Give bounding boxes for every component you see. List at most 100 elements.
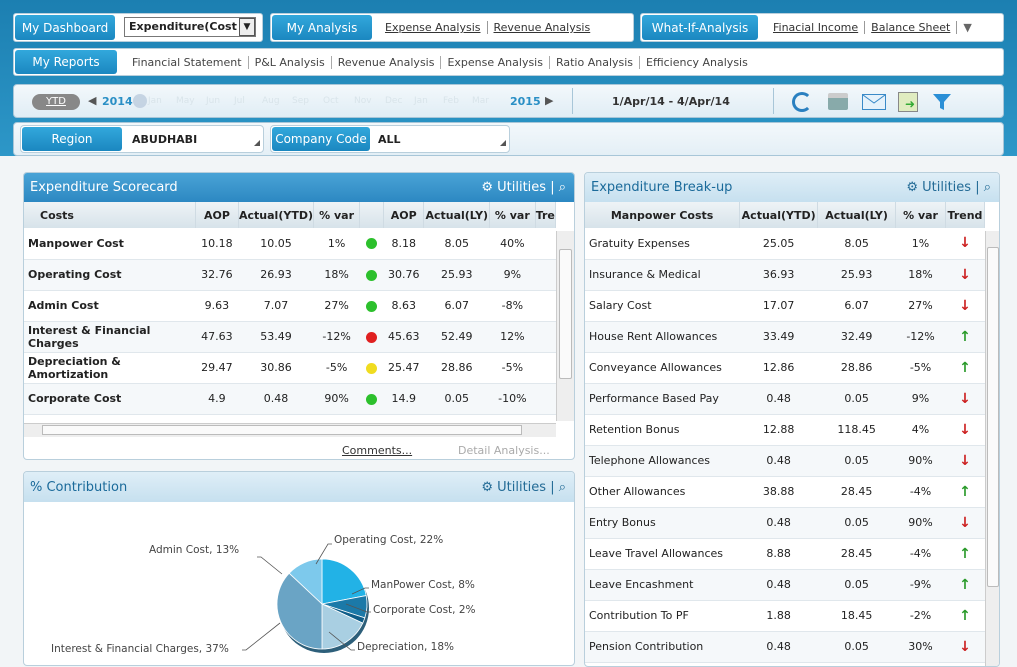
col-header[interactable]: Actual(LY)	[423, 202, 491, 228]
month-label[interactable]: Nov	[354, 96, 385, 106]
dashboard-select[interactable]: Expenditure(Cost t	[124, 17, 256, 37]
chevron-down-icon[interactable]: ▼	[957, 21, 977, 34]
region-select[interactable]: ABUDHABI	[132, 133, 197, 146]
month-label[interactable]: Oct	[323, 96, 354, 106]
comments-link[interactable]: Comments...	[342, 444, 412, 457]
col-header[interactable]: Tre	[535, 202, 556, 228]
month-label[interactable]: Sep	[292, 96, 323, 106]
table-row[interactable]: Conveyance Allowances 12.86 28.86 -5% ↑	[585, 352, 985, 384]
table-row[interactable]: Depreciation & Amortization 29.47 30.86 -5%…	[24, 352, 556, 384]
month-label[interactable]: Feb	[443, 96, 472, 106]
table-cell: 7.07	[238, 290, 314, 322]
col-header[interactable]: AOP	[383, 202, 425, 228]
table-row[interactable]: House Rent Allowances 33.49 32.49 -12% ↑	[585, 321, 985, 353]
table-row[interactable]: Operating Cost 32.76 26.93 18% 30.76 25.93 9%	[24, 259, 556, 291]
scrollbar-thumb[interactable]	[559, 249, 572, 379]
horizontal-scrollbar[interactable]	[24, 423, 556, 437]
scorecard-panel: Expenditure Scorecard ⚙ Utilities | ⌕ Co…	[23, 172, 575, 460]
ytd-button[interactable]: YTD	[32, 94, 80, 110]
month-label[interactable]: Jun	[206, 96, 234, 106]
table-cell: 45.63	[383, 321, 424, 353]
col-header[interactable]: Manpower Costs	[585, 202, 741, 228]
utilities-label: Utilities	[497, 479, 547, 495]
contribution-title: % Contribution	[30, 479, 128, 495]
month-label[interactable]: Jan	[414, 96, 443, 106]
table-cell: 9%	[489, 259, 536, 291]
table-row[interactable]: Leave Travel Allowances 8.88 28.45 -4% ↑	[585, 538, 985, 570]
my-dashboard-button[interactable]: My Dashboard	[15, 15, 115, 40]
utilities-menu[interactable]: ⚙ Utilities | ⌕	[481, 180, 566, 195]
ytd-label: YTD	[46, 96, 66, 107]
expense-analysis-link[interactable]: Expense Analysis	[379, 21, 488, 34]
export-icon[interactable]: ➜	[898, 92, 918, 112]
col-header[interactable]: % var	[895, 202, 946, 228]
table-row[interactable]: Gratuity Expenses 25.05 8.05 1% ↓	[585, 228, 985, 260]
table-row[interactable]: Manpower Cost 10.18 10.05 1% 8.18 8.05 40%	[24, 228, 556, 260]
financial-statement-link[interactable]: Financial Statement	[126, 55, 249, 69]
pie-label: Admin Cost, 13%	[149, 544, 239, 556]
what-if-analysis-button[interactable]: What-If-Analysis	[642, 15, 758, 40]
trend-down-icon: ↓	[959, 421, 971, 438]
scrollbar-thumb[interactable]	[42, 425, 522, 435]
col-header[interactable]: Actual(YTD)	[238, 202, 315, 228]
chevron-down-icon[interactable]: ▼	[239, 18, 255, 36]
utilities-menu[interactable]: ⚙ Utilities | ⌕	[481, 480, 566, 495]
table-row[interactable]: Retention Bonus 12.88 118.45 4% ↓	[585, 414, 985, 446]
table-row[interactable]: Corporate Cost 4.9 0.48 90% 14.9 0.05 -10%	[24, 383, 556, 415]
utilities-menu[interactable]: ⚙ Utilities | ⌕	[906, 180, 991, 195]
table-row[interactable]: Pension Contribution 0.48 0.05 30% ↓	[585, 631, 985, 663]
efficiency-analysis-link[interactable]: Efficiency Analysis	[640, 56, 754, 69]
col-header[interactable]: Costs	[24, 202, 197, 228]
table-row[interactable]: Performance Based Pay 0.48 0.05 9% ↓	[585, 383, 985, 415]
table-row[interactable]: Insurance & Medical 36.93 25.93 18% ↓	[585, 259, 985, 291]
month-label[interactable]: Jul	[234, 96, 262, 106]
col-header[interactable]: Actual(YTD)	[739, 202, 819, 228]
month-label[interactable]: Jan	[148, 96, 176, 106]
month-label[interactable]: Mar	[472, 96, 498, 106]
vertical-scrollbar[interactable]	[985, 231, 999, 666]
revenue-analysis-link[interactable]: Revenue Analysis	[488, 21, 597, 34]
col-header[interactable]: Actual(LY)	[817, 202, 897, 228]
scorecard-table: Costs AOP Actual(YTD) % var AOP Actual(L…	[24, 202, 556, 415]
col-header[interactable]: Trend	[945, 202, 986, 228]
financial-income-link[interactable]: Finacial Income	[767, 21, 866, 34]
col-header[interactable]: AOP	[195, 202, 239, 228]
col-header[interactable]: % var	[489, 202, 536, 228]
my-analysis-button[interactable]: My Analysis	[272, 15, 372, 40]
table-row[interactable]: Telephone Allowances 0.48 0.05 90% ↓	[585, 445, 985, 477]
refresh-icon[interactable]	[792, 92, 812, 112]
table-row[interactable]: Other Allowances 38.88 28.45 -4% ↑	[585, 476, 985, 508]
expense-analysis-report-link[interactable]: Expense Analysis	[441, 55, 550, 69]
col-header[interactable]: % var	[313, 202, 360, 228]
my-reports-button[interactable]: My Reports	[15, 50, 117, 74]
slider-handle[interactable]	[133, 94, 147, 108]
pie-leader-line	[257, 556, 283, 575]
balance-sheet-link[interactable]: Balance Sheet	[865, 21, 958, 34]
table-row[interactable]: Salary Cost 17.07 6.07 27% ↓	[585, 290, 985, 322]
table-cell: 8.18	[383, 228, 424, 260]
pl-analysis-link[interactable]: P&L Analysis	[249, 55, 332, 69]
table-cell: 118.45	[817, 414, 896, 446]
month-label[interactable]: Dec	[385, 96, 414, 106]
month-label[interactable]: May	[176, 96, 206, 106]
mail-icon[interactable]	[862, 94, 886, 110]
filter-icon[interactable]	[932, 92, 952, 115]
trend-cell: ↓	[945, 228, 985, 260]
table-row[interactable]: Admin Cost 9.63 7.07 27% 8.63 6.07 -8%	[24, 290, 556, 322]
scrollbar-thumb[interactable]	[987, 247, 999, 587]
ratio-analysis-link[interactable]: Ratio Analysis	[550, 55, 641, 69]
prev-year-icon[interactable]: ◀	[88, 94, 96, 107]
table-row[interactable]: Leave Encashment 0.48 0.05 -9% ↑	[585, 569, 985, 601]
company-select[interactable]: ALL	[378, 133, 401, 146]
print-icon[interactable]	[828, 93, 848, 110]
month-label[interactable]: Aug	[262, 96, 292, 106]
next-year-icon[interactable]: ▶	[545, 94, 553, 107]
vertical-scrollbar[interactable]	[556, 231, 574, 421]
table-row[interactable]: Contribution To PF 1.88 18.45 -2% ↑	[585, 600, 985, 632]
table-cell	[535, 228, 556, 260]
revenue-analysis-report-link[interactable]: Revenue Analysis	[332, 55, 442, 69]
table-cell: 27%	[313, 290, 360, 322]
table-row[interactable]: Interest & Financial Charges 47.63 53.49 -1…	[24, 321, 556, 353]
detail-analysis-link[interactable]: Detail Analysis...	[458, 444, 550, 457]
table-row[interactable]: Entry Bonus 0.48 0.05 90% ↓	[585, 507, 985, 539]
